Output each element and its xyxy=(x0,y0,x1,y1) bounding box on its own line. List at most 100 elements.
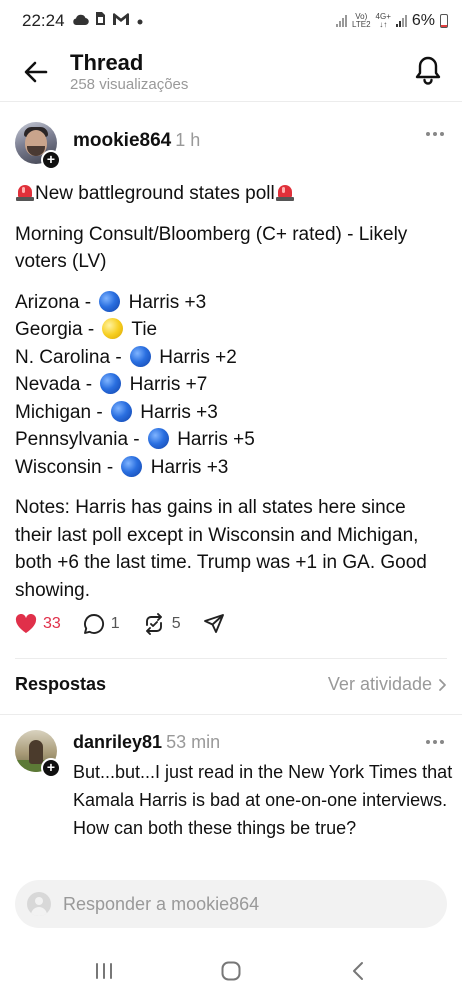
state-result: Harris +2 xyxy=(159,346,237,368)
status-left: 22:24 xyxy=(22,11,144,31)
recent-apps-icon xyxy=(95,963,112,979)
reply-time: 53 min xyxy=(166,732,221,752)
state-name: Wisconsin - xyxy=(15,456,114,478)
post-author-line: mookie864 1 h xyxy=(73,130,200,152)
state-result: Harris +5 xyxy=(177,429,255,450)
signal-2-icon xyxy=(395,15,407,27)
post-notes: Notes: Harris has gains in all states he… xyxy=(15,497,427,601)
status-right: Vo) LTE2 4G+ ↓↑ 6% xyxy=(336,12,448,30)
status-bar: 22:24 Vo) LTE2 4G+ ↓↑ 6% xyxy=(0,0,462,42)
battery-percent: 6% xyxy=(411,12,435,29)
arrow-left-icon xyxy=(24,61,48,83)
back-nav-button[interactable] xyxy=(336,953,380,989)
follow-plus-icon[interactable]: + xyxy=(41,758,61,778)
user-avatar-icon xyxy=(27,892,51,916)
state-name: Nevada - xyxy=(15,374,93,395)
cloud-icon xyxy=(71,11,89,31)
status-time: 22:24 xyxy=(22,11,65,30)
comment-count: 1 xyxy=(110,615,120,632)
home-icon xyxy=(221,961,241,981)
system-nav-bar xyxy=(0,950,462,992)
siren-icon xyxy=(15,182,35,202)
bell-icon xyxy=(415,56,441,85)
comment-icon xyxy=(83,614,104,634)
replies-divider xyxy=(0,714,462,715)
recent-apps-button[interactable] xyxy=(82,953,126,989)
notification-dot-icon xyxy=(136,11,144,31)
heart-icon xyxy=(15,614,37,633)
state-result: Harris +3 xyxy=(140,401,218,423)
blue-circle-icon xyxy=(147,428,169,449)
data-arrows-icon: ↓↑ xyxy=(379,20,388,29)
reply-author[interactable]: danriley81 xyxy=(73,732,162,752)
app-header: Thread 258 visualizações xyxy=(0,42,462,102)
state-result-row: Wisconsin - Harris +3 xyxy=(15,454,435,482)
reply-avatar[interactable]: + xyxy=(15,730,61,778)
blue-circle-icon xyxy=(100,373,122,394)
reply-more-button[interactable] xyxy=(426,740,444,744)
state-result: Harris +3 xyxy=(128,291,207,313)
reply-text: But...but...I just read in the New York … xyxy=(73,762,453,838)
post-actions: 33 1 5 xyxy=(15,613,247,635)
post-headline: New battleground states poll xyxy=(35,183,275,204)
reply-composer[interactable] xyxy=(15,880,447,928)
state-result: Harris +3 xyxy=(150,456,229,478)
notifications-button[interactable] xyxy=(408,50,448,90)
post-headline-line: New battleground states poll xyxy=(15,180,435,208)
reply-author-line: danriley81 53 min xyxy=(73,732,220,753)
replies-title: Respostas xyxy=(15,674,107,694)
back-button[interactable] xyxy=(16,52,56,92)
network-bottom: LTE2 xyxy=(352,20,371,29)
share-button[interactable] xyxy=(203,613,225,635)
post-time: 1 h xyxy=(175,130,201,150)
state-result-row: Arizona - Harris +3 xyxy=(15,289,435,317)
blue-circle-icon xyxy=(110,400,132,422)
post-more-button[interactable] xyxy=(426,132,444,136)
blue-circle-icon xyxy=(129,345,151,367)
repost-count: 5 xyxy=(171,615,181,632)
like-count: 33 xyxy=(43,615,61,632)
blue-circle-icon xyxy=(121,455,143,477)
view-activity-link[interactable]: Ver atividade xyxy=(328,674,447,695)
signal-1-icon xyxy=(336,15,347,27)
state-result-row: Michigan - Harris +3 xyxy=(15,399,435,427)
chevron-right-icon xyxy=(439,678,446,691)
view-count: 258 visualizações xyxy=(70,76,189,93)
state-result-row: Nevada - Harris +7 xyxy=(15,371,435,399)
state-result: Tie xyxy=(131,319,158,340)
state-result: Harris +7 xyxy=(129,374,208,395)
gmail-icon xyxy=(112,11,130,31)
network-label: Vo) LTE2 xyxy=(352,13,371,29)
reply-input[interactable] xyxy=(63,893,423,915)
state-name: Michigan - xyxy=(15,401,103,423)
follow-plus-icon[interactable]: + xyxy=(41,150,61,170)
repost-icon xyxy=(145,613,162,635)
page-title: Thread xyxy=(70,50,144,75)
chevron-left-icon xyxy=(353,962,364,980)
state-result-row: N. Carolina - Harris +2 xyxy=(15,344,435,372)
state-name: N. Carolina - xyxy=(15,346,122,368)
state-name: Arizona - xyxy=(15,291,92,313)
state-results: Arizona - Harris +3 Georgia - Tie N. Carol… xyxy=(15,289,435,482)
battery-icon xyxy=(440,14,448,28)
title-block: Thread 258 visualizações xyxy=(70,50,188,94)
yellow-circle-icon xyxy=(102,318,124,339)
like-button[interactable]: 33 xyxy=(15,614,61,634)
home-button[interactable] xyxy=(209,953,253,989)
actions-divider xyxy=(15,658,447,659)
state-name: Georgia - xyxy=(15,319,95,340)
post-author[interactable]: mookie864 xyxy=(73,130,171,151)
state-result-row: Georgia - Tie xyxy=(15,316,435,344)
author-avatar[interactable]: + xyxy=(15,122,61,170)
sim-icon xyxy=(95,11,106,31)
state-result-row: Pennsylvania - Harris +5 xyxy=(15,426,435,454)
replies-header: Respostas Ver atividade xyxy=(15,674,447,695)
repost-button[interactable]: 5 xyxy=(142,613,181,635)
siren-icon xyxy=(275,182,295,202)
state-name: Pennsylvania - xyxy=(15,429,140,450)
send-icon xyxy=(203,614,224,633)
comment-button[interactable]: 1 xyxy=(83,613,120,635)
data-type: 4G+ ↓↑ xyxy=(376,13,391,29)
blue-circle-icon xyxy=(99,290,121,312)
header-divider xyxy=(0,101,462,102)
